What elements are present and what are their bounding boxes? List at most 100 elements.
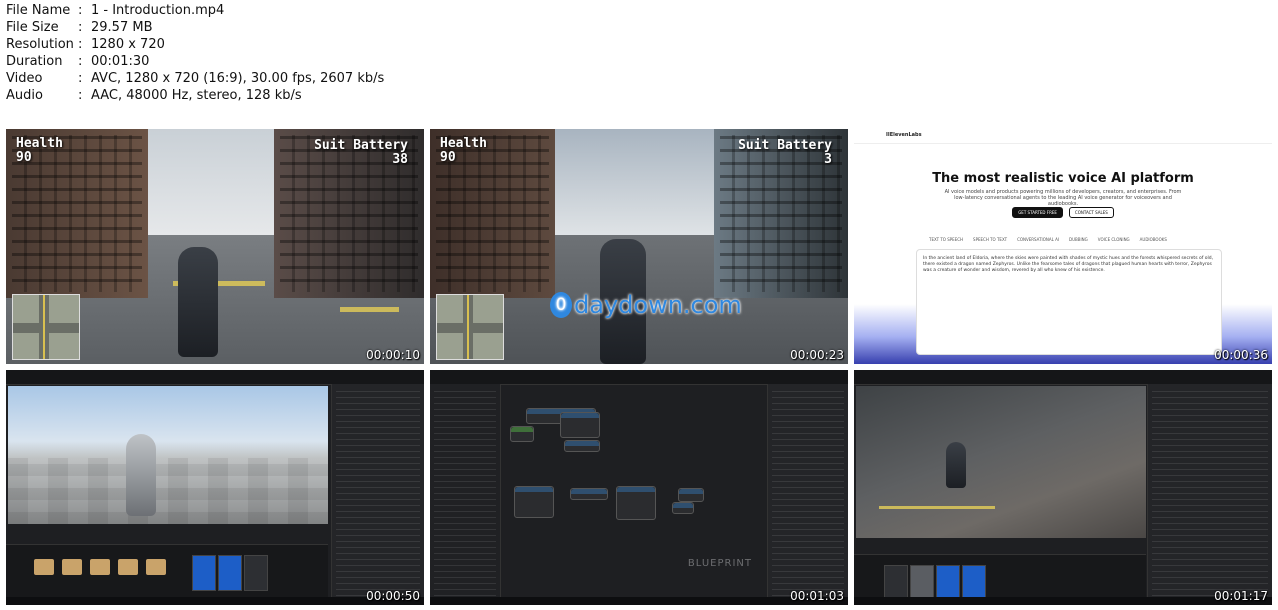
- info-value: AVC, 1280 x 720 (16:9), 30.00 fps, 2607 …: [91, 71, 385, 86]
- web-tab[interactable]: SPEECH TO TEXT: [973, 237, 1007, 242]
- info-separator: :: [78, 37, 83, 52]
- web-subtitle: AI voice models and products powering mi…: [944, 189, 1182, 207]
- thumbnail-2[interactable]: Health 90 Suit Battery 3 0 daydown.com 0…: [430, 129, 848, 364]
- contact-sales-button[interactable]: CONTACT SALES: [1068, 207, 1114, 218]
- web-tab[interactable]: VOICE CLONING: [1098, 237, 1130, 242]
- web-tab[interactable]: CONVERSATIONAL AI: [1017, 237, 1059, 242]
- info-value: 1 - Introduction.mp4: [91, 3, 225, 18]
- asset-tile: [884, 565, 908, 601]
- health-label: Health: [440, 136, 487, 151]
- editor-viewport: [856, 386, 1146, 538]
- timestamp: 00:01:03: [790, 589, 844, 603]
- info-separator: :: [78, 3, 83, 18]
- watermark-text: daydown.com: [574, 291, 742, 319]
- details-panel: [767, 384, 848, 605]
- web-tab[interactable]: DUBBING: [1069, 237, 1088, 242]
- asset-tile: [244, 555, 268, 591]
- web-text-card: In the ancient land of Eldoria, where th…: [916, 249, 1222, 355]
- battery-label: Suit Battery: [314, 138, 408, 153]
- info-value: AAC, 48000 Hz, stereo, 128 kb/s: [91, 88, 302, 103]
- my-blueprint-panel: [430, 384, 501, 605]
- blueprint-node[interactable]: [678, 488, 704, 502]
- crosswalk: [879, 506, 996, 509]
- thumbnail-4[interactable]: 00:00:50: [6, 370, 424, 605]
- file-info: File Name : 1 - Introduction.mp4 File Si…: [6, 2, 384, 104]
- watermark-mark: 0: [550, 292, 572, 318]
- outliner-panel: [331, 384, 424, 605]
- web-tab[interactable]: TEXT TO SPEECH: [929, 237, 963, 242]
- battery-hud: Suit Battery 3: [738, 139, 832, 167]
- battery-value: 38: [392, 152, 408, 167]
- asset-tile: [936, 565, 960, 601]
- blueprint-node[interactable]: [570, 488, 608, 500]
- blueprint-node[interactable]: [510, 426, 534, 442]
- health-hud: Health 90: [16, 137, 63, 165]
- asset-tile: [962, 565, 986, 601]
- minimap: [12, 294, 80, 360]
- character-model: [126, 434, 156, 516]
- info-value: 29.57 MB: [91, 20, 153, 35]
- info-key: Audio: [6, 88, 43, 103]
- info-row-duration: Duration : 00:01:30: [6, 53, 384, 70]
- editor-viewport: [8, 386, 328, 524]
- blueprint-node[interactable]: [564, 440, 600, 452]
- info-separator: :: [78, 54, 83, 69]
- folder-icon: [146, 559, 166, 575]
- web-card-text: In the ancient land of Eldoria, where th…: [923, 256, 1214, 273]
- info-key: Duration: [6, 54, 63, 69]
- taskbar: [6, 597, 424, 605]
- asset-tile: [910, 565, 934, 601]
- timestamp: 00:00:23: [790, 348, 844, 362]
- player-character: [178, 247, 218, 357]
- info-key: File Name: [6, 3, 71, 18]
- folder-icon: [90, 559, 110, 575]
- taskbar: [854, 597, 1272, 605]
- info-row-resolution: Resolution : 1280 x 720: [6, 36, 384, 53]
- battery-value: 3: [824, 152, 832, 167]
- info-key: File Size: [6, 20, 59, 35]
- blueprint-node[interactable]: [616, 486, 656, 520]
- thumbnail-5[interactable]: BLUEPRINT 00:01:03: [430, 370, 848, 605]
- web-tab[interactable]: AUDIOBOOKS: [1140, 237, 1167, 242]
- thumbnail-6[interactable]: 00:01:17: [854, 370, 1272, 605]
- web-tabs: TEXT TO SPEECH SPEECH TO TEXT CONVERSATI…: [929, 237, 1212, 242]
- thumbnail-1[interactable]: Health 90 Suit Battery 38 00:00:10: [6, 129, 424, 364]
- asset-tile: [192, 555, 216, 591]
- web-title: The most realistic voice AI platform: [932, 171, 1194, 186]
- outliner-panel: [1147, 384, 1272, 605]
- health-value: 90: [16, 150, 32, 165]
- info-separator: :: [78, 71, 83, 86]
- timestamp: 00:01:17: [1214, 589, 1268, 603]
- timestamp: 00:00:36: [1214, 348, 1268, 362]
- watermark-logo: 0 daydown.com: [550, 291, 742, 319]
- info-value: 1280 x 720: [91, 37, 165, 52]
- folder-icon: [118, 559, 138, 575]
- battery-hud: Suit Battery 38: [314, 139, 408, 167]
- info-key: Resolution: [6, 37, 74, 52]
- blueprint-node[interactable]: [514, 486, 554, 518]
- info-row-file-name: File Name : 1 - Introduction.mp4: [6, 2, 384, 19]
- blueprint-watermark: BLUEPRINT: [687, 558, 752, 569]
- minimap: [436, 294, 504, 360]
- battery-label: Suit Battery: [738, 138, 832, 153]
- content-browser: [6, 544, 328, 605]
- timestamp: 00:00:50: [366, 589, 420, 603]
- info-row-video: Video : AVC, 1280 x 720 (16:9), 30.00 fp…: [6, 70, 384, 87]
- info-row-file-size: File Size : 29.57 MB: [6, 19, 384, 36]
- character-model: [946, 442, 966, 488]
- info-value: 00:01:30: [91, 54, 150, 69]
- taskbar: [430, 597, 848, 605]
- web-brand: IIElevenLabs: [886, 132, 922, 138]
- info-separator: :: [78, 20, 83, 35]
- health-label: Health: [16, 136, 63, 151]
- folder-icon: [34, 559, 54, 575]
- blueprint-node[interactable]: [672, 502, 694, 514]
- get-started-button[interactable]: GET STARTED FREE: [1012, 207, 1063, 218]
- info-separator: :: [78, 88, 83, 103]
- editor-toolbar: [6, 370, 424, 385]
- blueprint-node[interactable]: [560, 412, 600, 438]
- crosswalk: [340, 307, 399, 312]
- thumbnail-3[interactable]: IIElevenLabs The most realistic voice AI…: [854, 129, 1272, 364]
- health-value: 90: [440, 150, 456, 165]
- asset-tile: [218, 555, 242, 591]
